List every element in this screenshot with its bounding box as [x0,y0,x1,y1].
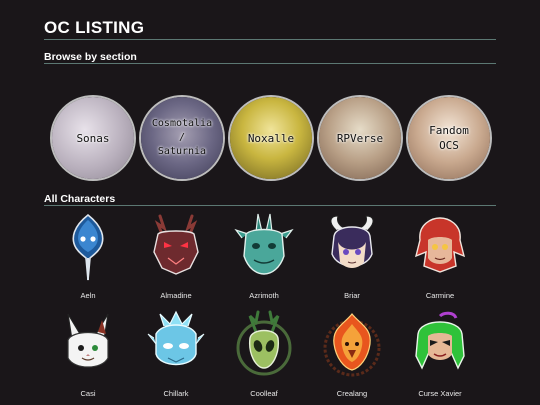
character-card-azrimoth[interactable]: Azrimoth [220,212,308,302]
green-haired-character-icon [415,311,465,370]
character-card-crealang[interactable]: Crealang [308,310,396,400]
character-name: Crealang [336,389,368,398]
ice-blue-creature-icon [147,310,205,366]
character-name: Casi [80,389,96,398]
character-name: Curse Xavier [418,389,462,398]
character-name: Aeln [80,291,96,300]
red-haired-character-icon [414,217,466,273]
section-label: Sonas [76,131,110,145]
character-name: Azrimoth [249,291,279,300]
section-list: Sonas Cosmotalia / Saturnia Noxalle RPVe… [48,95,494,185]
character-card-briar[interactable]: Briar [308,212,396,302]
section-sonas[interactable]: Sonas [50,95,136,181]
character-name: Carmine [425,291,455,300]
characters-divider [44,205,496,206]
section-noxalle[interactable]: Noxalle [228,95,314,181]
character-card-carmine[interactable]: Carmine [396,212,484,302]
section-rpverse[interactable]: RPVerse [317,95,403,181]
green-antler-alien-icon [236,310,292,376]
character-card-almadine[interactable]: Almadine [132,212,220,302]
character-card-casi[interactable]: Casi [44,310,132,400]
character-card-aeln[interactable]: Aeln [44,212,132,302]
red-antler-creature-icon [153,214,199,275]
character-name: Almadine [160,291,192,300]
blue-drop-mask-icon [72,213,104,281]
horned-purple-hair-character-icon [330,215,374,268]
character-card-coolleaf[interactable]: Coolleaf [220,310,308,400]
section-fandom-ocs[interactable]: Fandom OCS [406,95,492,181]
white-rabbit-creature-icon [67,313,109,368]
browse-divider [44,63,496,64]
flame-bird-icon [323,313,381,377]
title-divider [44,39,496,40]
character-card-curse-xavier[interactable]: Curse Xavier [396,310,484,400]
character-name: Coolleaf [250,389,278,398]
section-label: Fandom OCS [429,124,469,152]
character-name: Chillark [163,389,189,398]
section-label: Cosmotalia / Saturnia [151,118,213,157]
character-name: Briar [344,291,360,300]
section-label: RPVerse [336,131,384,145]
section-label: Noxalle [247,131,295,145]
all-characters-heading: All Characters [44,193,116,205]
teal-horned-creature-icon [234,213,294,275]
section-cosmotalia-saturnia[interactable]: Cosmotalia / Saturnia [139,95,225,181]
page-title: OC LISTING [44,18,145,37]
character-card-chillark[interactable]: Chillark [132,310,220,400]
browse-section-heading: Browse by section [44,51,137,63]
